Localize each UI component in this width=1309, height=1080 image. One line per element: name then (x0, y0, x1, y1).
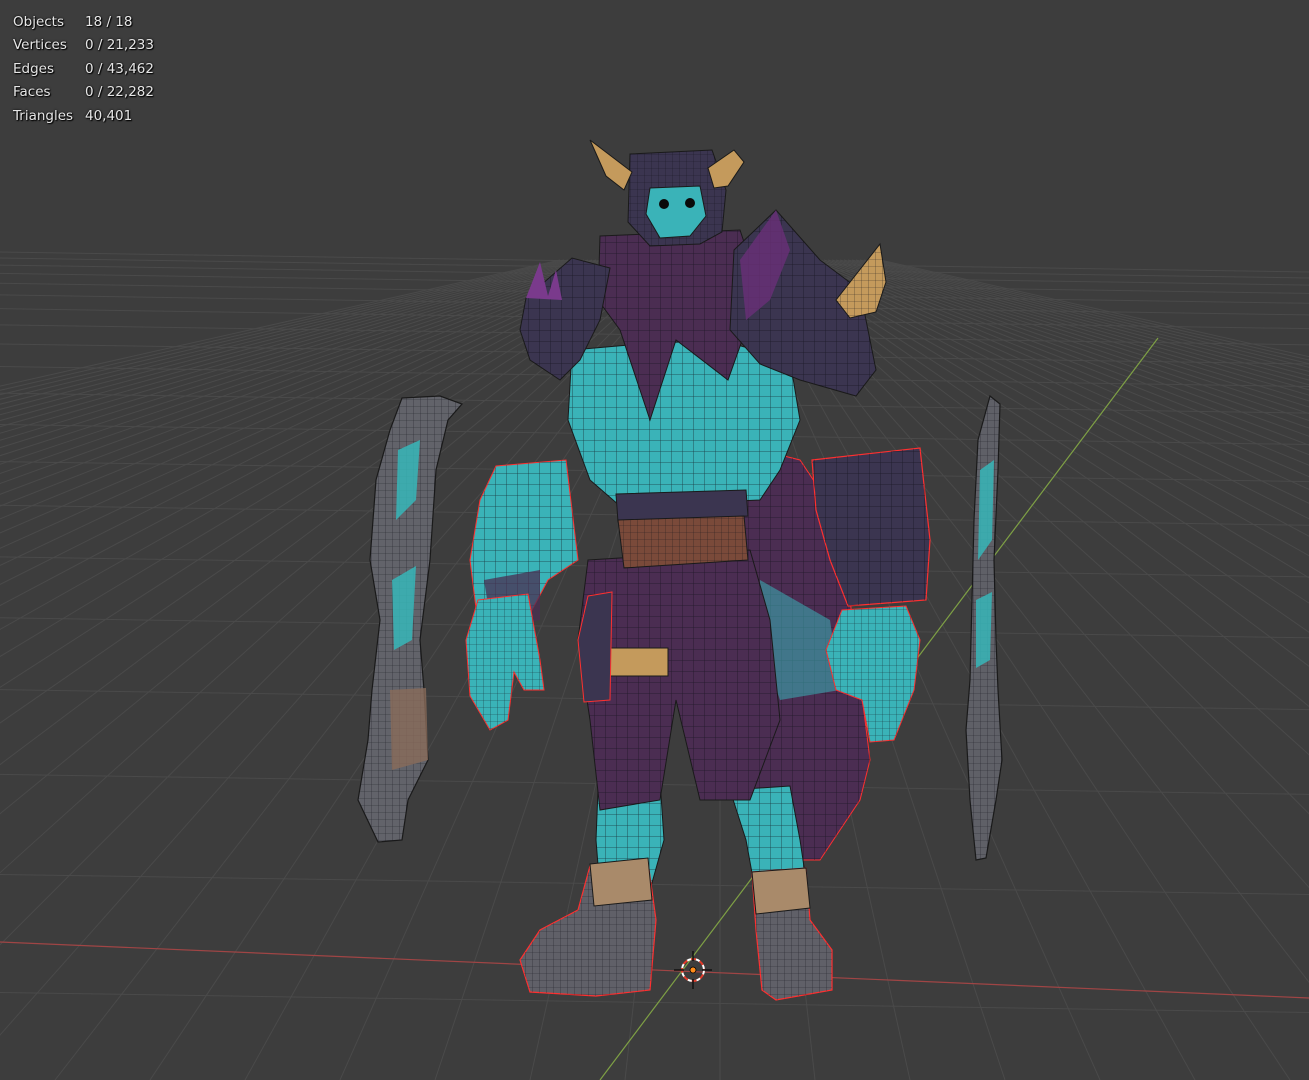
3d-viewport[interactable] (0, 0, 1309, 1080)
stat-label: Objects (13, 14, 65, 30)
stat-row-vertices: Vertices 0 / 21,233 (13, 34, 154, 57)
scene-statistics-overlay: Objects 18 / 18 Vertices 0 / 21,233 Edge… (13, 11, 154, 128)
stat-row-edges: Edges 0 / 43,462 (13, 58, 154, 81)
stat-label: Edges (13, 60, 55, 77)
left-sword[interactable] (357, 395, 464, 843)
origin-point (689, 966, 697, 974)
right-sword[interactable] (965, 394, 1003, 861)
stat-row-faces: Faces 0 / 22,282 (13, 81, 154, 104)
stat-value: 0 / 22,282 (85, 84, 154, 101)
stat-value: 18 / 18 (85, 14, 133, 30)
stat-value: 0 / 21,233 (85, 37, 154, 54)
stat-value: 40,401 (85, 107, 133, 124)
stat-label: Faces (13, 84, 51, 101)
x-axis-line (0, 941, 1309, 999)
stat-label: Triangles (13, 107, 74, 124)
stat-row-triangles: Triangles 40,401 (13, 105, 154, 128)
stat-value: 0 / 43,462 (85, 60, 154, 77)
stat-label: Vertices (13, 37, 67, 54)
stat-row-objects: Objects 18 / 18 (13, 11, 154, 34)
